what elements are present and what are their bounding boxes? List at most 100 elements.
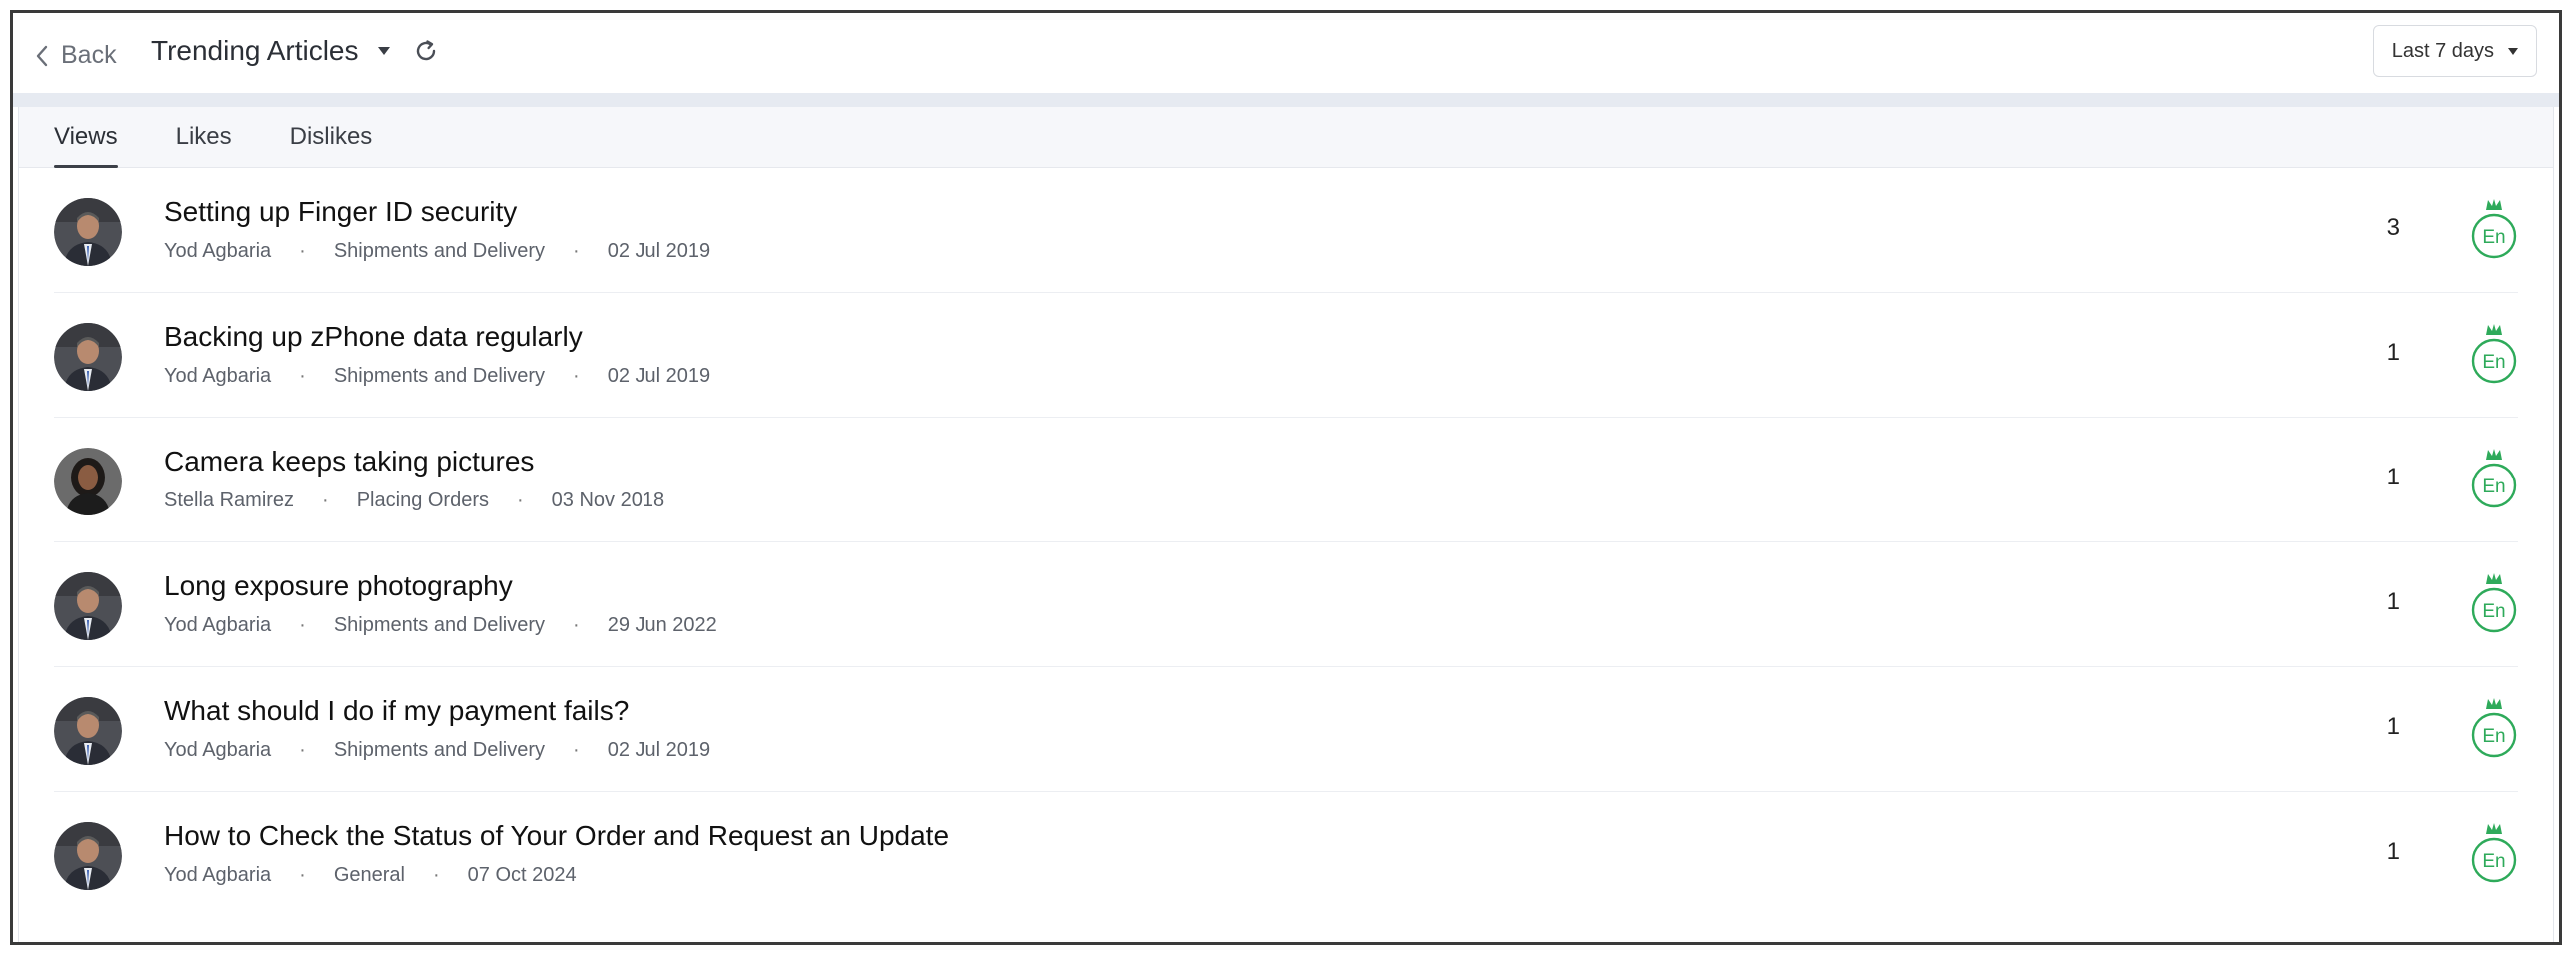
refresh-icon — [416, 40, 435, 61]
svg-text:En: En — [2482, 851, 2505, 872]
metric-tabs: Views Likes Dislikes — [19, 107, 2553, 168]
separator-dot: · — [573, 365, 580, 387]
article-title[interactable]: What should I do if my payment fails? — [164, 695, 629, 727]
view-count: 1 — [2386, 713, 2400, 740]
article-category: Shipments and Delivery — [333, 365, 546, 387]
top-bar: Back Trending Articles Last 7 days — [13, 13, 2559, 93]
avatar — [54, 198, 122, 266]
article-author: Yod Agbaria — [164, 614, 272, 636]
article-row[interactable]: Camera keeps taking pictures Stella Rami… — [54, 418, 2518, 542]
article-row[interactable]: What should I do if my payment fails? Yo… — [54, 667, 2518, 792]
crown-language-icon: En — [2471, 449, 2517, 508]
caret-down-icon — [2508, 47, 2518, 55]
avatar-male-image — [54, 323, 122, 391]
language-badge: En — [2470, 323, 2518, 389]
avatar-male-image — [54, 198, 122, 266]
separator-dot: · — [573, 614, 580, 636]
svg-text:En: En — [2482, 352, 2505, 373]
crown-language-icon: En — [2471, 698, 2517, 758]
article-meta: Yod Agbaria · Shipments and Delivery · 0… — [164, 240, 710, 263]
article-title[interactable]: How to Check the Status of Your Order an… — [164, 820, 949, 852]
separator-dot: · — [517, 489, 524, 511]
article-meta: Yod Agbaria · Shipments and Delivery · 0… — [164, 739, 710, 762]
page-title: Trending Articles — [151, 35, 359, 66]
tab-dislikes[interactable]: Dislikes — [290, 123, 373, 167]
article-date: 02 Jul 2019 — [607, 739, 711, 761]
separator-dot: · — [299, 739, 306, 761]
article-date: 02 Jul 2019 — [607, 365, 711, 387]
article-title[interactable]: Long exposure photography — [164, 570, 513, 602]
article-author: Yod Agbaria — [164, 240, 272, 262]
separator-dot: · — [573, 739, 580, 761]
crown-language-icon: En — [2471, 324, 2517, 384]
svg-text:En: En — [2482, 601, 2505, 622]
crown-language-icon: En — [2471, 199, 2517, 259]
article-row[interactable]: Backing up zPhone data regularly Yod Agb… — [54, 293, 2518, 418]
view-count: 1 — [2386, 464, 2400, 490]
article-author: Stella Ramirez — [164, 489, 295, 511]
separator-dot: · — [299, 365, 306, 387]
avatar-male-image — [54, 822, 122, 890]
article-meta: Yod Agbaria · Shipments and Delivery · 0… — [164, 365, 710, 388]
article-author: Yod Agbaria — [164, 864, 272, 886]
article-category: General — [333, 864, 405, 886]
back-label: Back — [61, 41, 117, 69]
article-author: Yod Agbaria — [164, 365, 272, 387]
language-badge: En — [2470, 822, 2518, 888]
article-category: Shipments and Delivery — [333, 240, 546, 262]
article-category: Shipments and Delivery — [333, 739, 546, 761]
article-list: Setting up Finger ID security Yod Agbari… — [19, 168, 2553, 916]
avatar — [54, 697, 122, 765]
view-count: 1 — [2386, 339, 2400, 366]
date-range-label: Last 7 days — [2391, 39, 2494, 62]
avatar-male-image — [54, 572, 122, 640]
article-title[interactable]: Camera keeps taking pictures — [164, 446, 534, 478]
language-badge: En — [2470, 572, 2518, 638]
avatar — [54, 822, 122, 890]
avatar-female-image — [54, 448, 122, 515]
separator-dot: · — [299, 614, 306, 636]
date-range-dropdown[interactable]: Last 7 days — [2372, 25, 2537, 77]
view-count: 3 — [2386, 214, 2400, 241]
article-row[interactable]: Setting up Finger ID security Yod Agbari… — [54, 168, 2518, 293]
separator-dot: · — [573, 240, 580, 262]
tab-views[interactable]: Views — [54, 123, 118, 168]
separator-dot: · — [299, 240, 306, 262]
article-row[interactable]: How to Check the Status of Your Order an… — [54, 792, 2518, 916]
separator-dot: · — [322, 489, 329, 511]
avatar-male-image — [54, 697, 122, 765]
svg-text:En: En — [2482, 227, 2505, 248]
crown-language-icon: En — [2471, 573, 2517, 633]
article-title[interactable]: Backing up zPhone data regularly — [164, 321, 583, 353]
article-meta: Yod Agbaria · General · 07 Oct 2024 — [164, 864, 577, 887]
app-window: Back Trending Articles Last 7 days Views — [10, 10, 2562, 945]
crown-language-icon: En — [2471, 823, 2517, 883]
avatar — [54, 448, 122, 515]
view-count: 1 — [2386, 838, 2400, 865]
article-category: Placing Orders — [356, 489, 489, 511]
language-badge: En — [2470, 198, 2518, 264]
separator-dot: · — [299, 864, 306, 886]
article-title[interactable]: Setting up Finger ID security — [164, 196, 517, 228]
article-meta: Yod Agbaria · Shipments and Delivery · 2… — [164, 614, 717, 637]
svg-text:En: En — [2482, 477, 2505, 497]
language-badge: En — [2470, 448, 2518, 513]
title-dropdown[interactable]: Trending Articles — [151, 35, 439, 67]
back-button[interactable]: Back — [35, 41, 117, 70]
view-count: 1 — [2386, 588, 2400, 615]
article-date: 03 Nov 2018 — [551, 489, 665, 511]
article-category: Shipments and Delivery — [333, 614, 546, 636]
article-date: 29 Jun 2022 — [607, 614, 717, 636]
refresh-button[interactable] — [413, 38, 439, 64]
header-divider-band — [13, 93, 2559, 107]
language-badge: En — [2470, 697, 2518, 763]
caret-down-icon — [377, 47, 390, 55]
article-meta: Stella Ramirez · Placing Orders · 03 Nov… — [164, 489, 664, 512]
avatar — [54, 323, 122, 391]
tab-likes[interactable]: Likes — [176, 123, 232, 167]
article-date: 07 Oct 2024 — [467, 864, 577, 886]
article-author: Yod Agbaria — [164, 739, 272, 761]
article-date: 02 Jul 2019 — [607, 240, 711, 262]
svg-text:En: En — [2482, 726, 2505, 747]
article-row[interactable]: Long exposure photography Yod Agbaria · … — [54, 542, 2518, 667]
